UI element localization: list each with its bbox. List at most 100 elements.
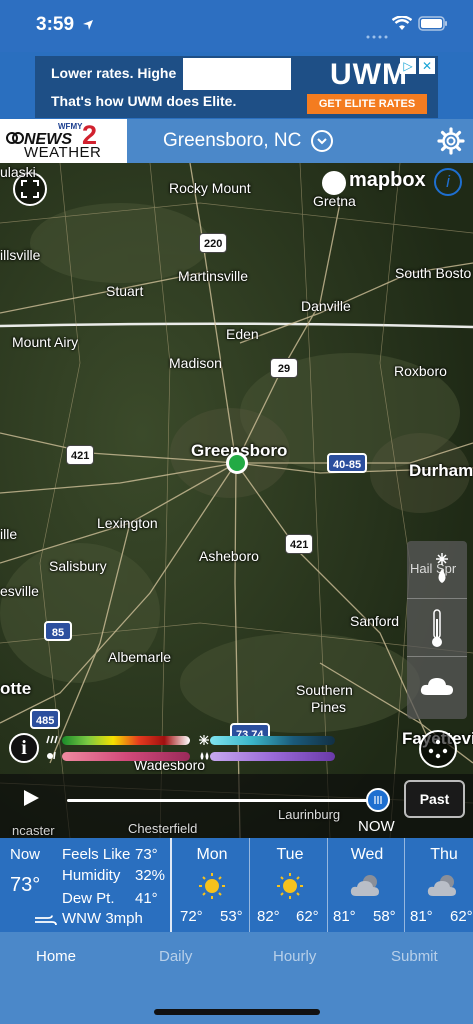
layer-panel: Hail Spr (407, 541, 467, 719)
day-low: 62° (450, 908, 473, 925)
station-logo: WFMY NEWS 2 WEATHER (0, 119, 127, 163)
city-lancaster: ncaster (12, 823, 55, 838)
forecast-day-mon[interactable]: Mon 72° 53° (173, 838, 251, 932)
mapbox-attribution: mapbox (349, 169, 426, 191)
city-stuart: Stuart (106, 283, 144, 299)
now-label: NOW (358, 818, 395, 835)
day-name: Tue (276, 846, 304, 863)
layer-hail-spray[interactable]: Hail Spr (407, 541, 467, 599)
status-bar: 3:59 (0, 0, 473, 52)
location-arrow-icon (82, 18, 94, 36)
map-info-button[interactable]: i (434, 168, 462, 196)
city-roxboro: Roxboro (394, 363, 447, 379)
forecast-day-thu[interactable]: Thu 81° 62° (405, 838, 473, 932)
city-madison: Madison (169, 355, 222, 371)
city-hillsville: illsville (0, 247, 41, 263)
sunny-icon (199, 873, 225, 899)
sunny-icon (277, 873, 303, 899)
ice-legend-icon (198, 751, 210, 761)
day-low: 58° (373, 908, 396, 925)
day-low: 62° (296, 908, 319, 925)
feels-like-value: 73° (135, 846, 158, 863)
close-icon[interactable]: ✕ (419, 58, 435, 74)
tab-home[interactable]: Home (36, 948, 76, 965)
day-high: 82° (257, 908, 280, 925)
hail-icon (436, 553, 448, 583)
logo-weather: WEATHER (24, 144, 102, 161)
cloud-icon (420, 678, 453, 695)
dew-point-label: Dew Pt. (62, 890, 115, 907)
radar-player: NOW Past ncaster Chesterfield Laurinburg (0, 774, 473, 838)
ad-subline: That's how UWM does Elite. (51, 93, 237, 109)
logo-wfmy: WFMY (58, 122, 83, 131)
ad-logo: UWM (330, 58, 408, 91)
ad-headline: Lower rates. Highe (51, 65, 177, 81)
wind-icon (34, 913, 58, 931)
i-485-shield: 485 (30, 709, 61, 729)
city-sanford: Sanford (350, 613, 400, 629)
forecast-day-tue[interactable]: Tue 82° 62° (251, 838, 329, 932)
ice-legend-bar (210, 752, 335, 761)
city-eden: Eden (226, 326, 259, 342)
i-40-85-shield: 40-85 (327, 453, 368, 473)
city-pines: Pines (311, 699, 347, 715)
home-indicator[interactable] (154, 1009, 320, 1015)
wind-value: WNW 3mph (62, 910, 143, 927)
us-29-shield: 29 (270, 358, 298, 378)
city-gretna: Gretna (313, 193, 356, 209)
ad-banner[interactable]: Lower rates. Highe That's how UWM does E… (35, 56, 438, 118)
radar-map[interactable]: mapbox i ulaski Rocky Mount Gretna illsv… (0, 163, 473, 838)
tab-submit[interactable]: Submit (391, 948, 438, 965)
us-421-south-shield: 421 (285, 534, 314, 554)
more-dots-icon[interactable] (419, 730, 457, 768)
day-name: Thu (430, 846, 458, 863)
chevron-down-circle-icon[interactable] (311, 130, 333, 152)
day-low: 53° (220, 908, 243, 925)
tab-daily[interactable]: Daily (159, 948, 192, 965)
current-conditions[interactable]: Now 73° Feels Like 73° Humidity 32% Dew … (0, 838, 473, 932)
legend-info-button[interactable]: i (9, 733, 39, 763)
layer-temperature[interactable] (407, 599, 467, 657)
day-divider (249, 838, 250, 932)
forecast-day-wed[interactable]: Wed 81° 58° (328, 838, 406, 932)
city-danville: Danville (301, 298, 351, 314)
day-name: Wed (350, 846, 384, 863)
timeline-slider[interactable] (67, 799, 377, 802)
current-temperature: 73° (10, 874, 41, 896)
city-mount-airy: Mount Airy (12, 334, 79, 350)
city-pulaski: ulaski (0, 164, 36, 180)
city-mooresville: esville (0, 583, 39, 599)
current-location-marker[interactable] (226, 452, 248, 474)
mix-legend-icon (46, 751, 58, 761)
city-south-boston: South Bosto (395, 265, 472, 281)
city-chesterfield: Chesterfield (128, 821, 198, 836)
city-asheboro: Asheboro (199, 548, 259, 564)
i-85-shield: 85 (44, 621, 72, 641)
play-icon[interactable] (24, 790, 39, 806)
battery-icon (418, 16, 448, 36)
snow-legend-bar (210, 736, 335, 745)
us-220-shield: 220 (199, 233, 228, 253)
city-wilkesboro: ille (0, 526, 18, 542)
city-durham: Durham (409, 461, 473, 480)
mapbox-logo-icon (322, 171, 346, 195)
dew-point-value: 41° (135, 890, 158, 907)
ad-cta-button[interactable]: GET ELITE RATES (307, 94, 427, 114)
layer-clouds[interactable] (407, 657, 467, 715)
day-name: Mon (196, 846, 228, 863)
timeline-thumb[interactable] (366, 788, 390, 812)
partly-cloudy-icon (350, 875, 379, 896)
thermometer-icon (432, 609, 442, 647)
rain-legend-bar (62, 736, 190, 745)
gear-icon[interactable] (437, 127, 465, 160)
city-salisbury: Salisbury (49, 558, 107, 574)
now-label: Now (10, 846, 41, 863)
city-rocky-mount: Rocky Mount (169, 180, 251, 196)
tab-hourly[interactable]: Hourly (273, 948, 316, 965)
past-button[interactable]: Past (404, 780, 465, 818)
rain-legend-icon (46, 735, 58, 745)
adchoices-icon[interactable]: ▷ (400, 58, 416, 74)
city-lexington: Lexington (97, 515, 158, 531)
city-laurinburg: Laurinburg (278, 807, 341, 822)
location-selector[interactable]: Greensboro, NC (163, 130, 301, 152)
